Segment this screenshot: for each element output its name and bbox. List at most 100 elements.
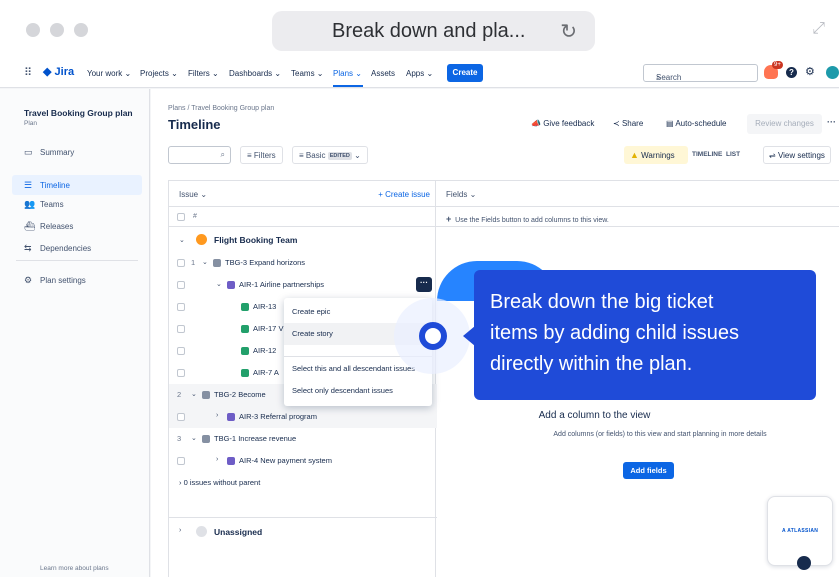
nav-assets[interactable]: Assets <box>371 69 395 78</box>
chevron-down-icon[interactable]: ⌄ <box>179 236 185 244</box>
no-parent-row[interactable]: › 0 issues without parent <box>169 472 437 494</box>
give-feedback-button[interactable]: 📣 Give feedback <box>531 119 594 128</box>
chevron-right-icon[interactable]: › <box>216 412 218 419</box>
issue-filter-input[interactable]: ⌕ <box>168 146 231 164</box>
nav-dashboards[interactable]: Dashboards ⌄ <box>229 69 281 78</box>
share-button[interactable]: ≺ Share <box>613 119 643 128</box>
table-row[interactable]: ⌄ AIR-1 Airline partnerships ··· <box>169 274 437 296</box>
search-input[interactable]: ⌕ Search <box>643 64 758 82</box>
more-actions-button[interactable]: ··· <box>827 117 836 127</box>
view-settings-button[interactable]: ⇌ View settings <box>763 146 831 164</box>
chevron-down-icon[interactable]: ⌄ <box>216 280 222 288</box>
chevron-right-icon[interactable]: › <box>179 527 181 534</box>
table-row[interactable]: 3 ⌄ TBG-1 Increase revenue <box>169 428 437 450</box>
review-changes-button[interactable]: Review changes <box>747 114 822 134</box>
address-bar[interactable]: Break down and pla... ↻ <box>272 11 595 51</box>
jira-logo[interactable]: ◆ Jira <box>43 65 74 78</box>
chevron-down-icon[interactable]: ⌄ <box>191 390 197 398</box>
row-checkbox[interactable] <box>177 303 185 311</box>
plus-icon[interactable]: + <box>446 214 451 224</box>
row-checkbox[interactable] <box>177 369 185 377</box>
page-title: Timeline <box>168 117 221 132</box>
issue-key[interactable]: AIR-4 <box>239 456 258 465</box>
row-checkbox[interactable] <box>177 457 185 465</box>
app-switcher-icon[interactable]: ⠿ <box>24 66 32 79</box>
sidebar-item-summary[interactable]: ▭ Summary <box>12 142 142 162</box>
issue-key[interactable]: AIR-7 <box>253 368 272 377</box>
learn-more-link[interactable]: Learn more about plans <box>40 565 109 572</box>
timeline-icon: ☰ <box>24 180 33 190</box>
view-basic-button[interactable]: ≡ Basic EDITED ⌄ <box>292 146 368 164</box>
nav-projects[interactable]: Projects ⌄ <box>140 69 178 78</box>
tab-timeline[interactable]: TIMELINE <box>692 151 722 158</box>
sidebar-item-teams[interactable]: 👥 Teams <box>12 194 142 214</box>
nav-your-work[interactable]: Your work ⌄ <box>87 69 131 78</box>
issue-key[interactable]: TBG-1 <box>214 434 236 443</box>
story-icon <box>241 347 249 355</box>
issue-header-button[interactable]: Issue ⌄ <box>179 190 207 199</box>
atlassian-badge[interactable]: A ATLASSIAN <box>767 496 833 566</box>
issue-key[interactable]: AIR-13 <box>253 302 276 311</box>
fields-header-button[interactable]: Fields ⌄ <box>446 190 476 199</box>
summary-icon: ▭ <box>24 147 33 157</box>
chevron-down-icon[interactable]: ⌄ <box>202 258 208 266</box>
issue-key[interactable]: AIR-12 <box>253 346 276 355</box>
empty-state-title: Add a column to the view <box>538 410 651 421</box>
expand-icon[interactable]: ⤢ <box>812 20 825 38</box>
row-checkbox[interactable] <box>177 347 185 355</box>
spotlight-beacon[interactable] <box>419 322 447 350</box>
create-button[interactable]: Create <box>447 64 483 82</box>
create-issue-button[interactable]: + Create issue <box>378 190 430 199</box>
row-checkbox[interactable] <box>177 325 185 333</box>
select-all-checkbox[interactable] <box>177 213 185 221</box>
sidebar-item-label: Plan settings <box>40 276 86 285</box>
help-icon[interactable]: ? <box>786 67 797 78</box>
hash-row: # <box>169 208 435 227</box>
address-bar-text: Break down and pla... <box>332 20 526 42</box>
table-row[interactable]: › AIR-3 Referral program <box>169 406 437 428</box>
settings-gear-icon[interactable]: ⚙ <box>805 65 815 78</box>
nav-filters-label: Filters <box>188 69 210 78</box>
table-row[interactable]: › AIR-4 New payment system <box>169 450 437 472</box>
issue-key[interactable]: AIR-3 <box>239 412 258 421</box>
sidebar-item-plan-settings[interactable]: ⚙ Plan settings <box>12 270 142 290</box>
tab-list[interactable]: LIST <box>726 151 740 158</box>
issue-key[interactable]: AIR-1 <box>239 280 258 289</box>
avatar[interactable] <box>826 66 839 79</box>
breadcrumb[interactable]: Plans / Travel Booking Group plan <box>168 105 274 112</box>
menu-item-select-only-descendants[interactable]: Select only descendant issues <box>284 380 432 402</box>
row-checkbox[interactable] <box>177 281 185 289</box>
sidebar-item-dependencies[interactable]: ⇆ Dependencies <box>12 238 142 258</box>
warnings-button[interactable]: ▲ Warnings <box>624 146 688 164</box>
team-row[interactable]: ⌄ Flight Booking Team <box>169 228 437 252</box>
issue-summary: V <box>278 324 284 333</box>
row-checkbox[interactable] <box>177 413 185 421</box>
window-close-dot[interactable] <box>26 23 40 37</box>
row-more-actions-button[interactable]: ··· <box>416 277 432 292</box>
sidebar-item-timeline[interactable]: ☰ Timeline <box>12 175 142 195</box>
issue-key[interactable]: AIR-17 <box>253 324 276 333</box>
table-row[interactable]: 1 ⌄ TBG-3 Expand horizons <box>169 252 437 274</box>
window-zoom-dot[interactable] <box>74 23 88 37</box>
issue-key[interactable]: TBG-2 <box>214 390 236 399</box>
sidebar-item-releases[interactable]: ⛴ Releases <box>12 216 142 236</box>
team-row-unassigned[interactable]: › Unassigned <box>169 517 437 543</box>
nav-teams-label: Teams <box>291 69 315 78</box>
nav-filters[interactable]: Filters ⌄ <box>188 69 219 78</box>
atlassian-logo: A ATLASSIAN <box>782 528 819 534</box>
reload-icon[interactable]: ↻ <box>560 19 577 44</box>
chat-help-icon[interactable] <box>797 556 811 570</box>
window-minimize-dot[interactable] <box>50 23 64 37</box>
issue-key[interactable]: TBG-3 <box>225 258 247 267</box>
no-parent-toggle[interactable]: › 0 issues without parent <box>179 478 260 487</box>
nav-teams[interactable]: Teams ⌄ <box>291 69 324 78</box>
row-checkbox[interactable] <box>177 259 185 267</box>
filters-button[interactable]: ≡ Filters <box>240 146 283 164</box>
nav-apps[interactable]: Apps ⌄ <box>406 69 433 78</box>
auto-schedule-button[interactable]: ▤ Auto-schedule <box>666 119 727 128</box>
chevron-right-icon[interactable]: › <box>216 456 218 463</box>
fields-header-label: Fields <box>446 190 468 199</box>
chevron-down-icon[interactable]: ⌄ <box>191 434 197 442</box>
add-fields-button[interactable]: Add fields <box>623 462 674 479</box>
nav-plans[interactable]: Plans ⌄ <box>333 69 362 78</box>
